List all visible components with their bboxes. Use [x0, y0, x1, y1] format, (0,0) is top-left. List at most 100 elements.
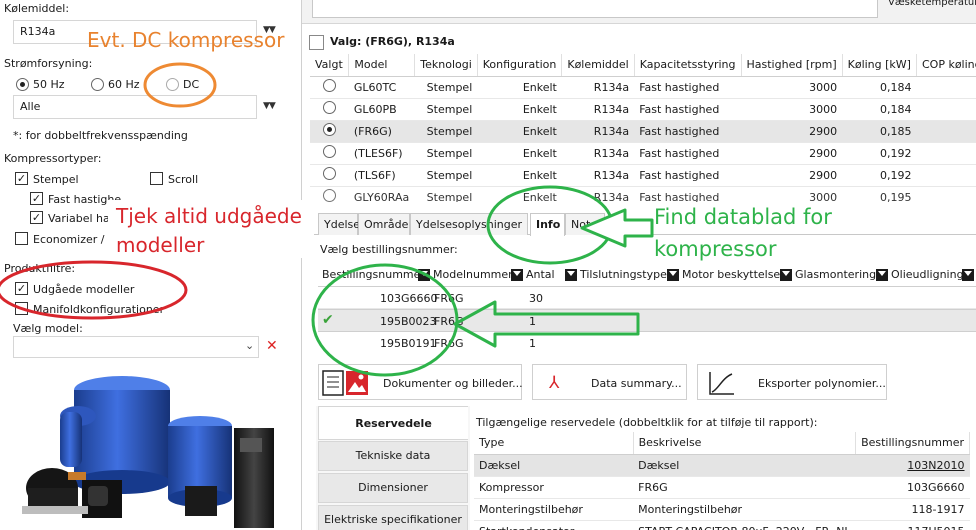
- header-oil-equalization[interactable]: Olieudligning: [876, 268, 964, 281]
- model-select-radio[interactable]: [322, 145, 336, 158]
- voltage-dropdown-icon[interactable]: ▼▼: [263, 101, 276, 111]
- checkbox-scroll[interactable]: [150, 172, 163, 185]
- model-select-radio[interactable]: [322, 123, 336, 136]
- annotation-compressor: kompressor: [654, 237, 777, 261]
- radio-60hz[interactable]: [91, 78, 104, 91]
- model-row-tech: Stempel: [414, 142, 478, 165]
- checkbox-variable-speed[interactable]: ✓: [30, 211, 43, 224]
- col-speed[interactable]: Hastighed [rpm]: [741, 54, 843, 77]
- radio-50hz[interactable]: [16, 78, 29, 91]
- model-select-radio[interactable]: [322, 101, 336, 114]
- part-row[interactable]: Dæksel Dæksel 103N2010: [474, 454, 970, 477]
- radio-50hz-label: 50 Hz: [33, 78, 65, 91]
- checkbox-economizer[interactable]: [15, 232, 28, 245]
- model-row-cap: Fast hastighed: [634, 76, 741, 99]
- col-order-number[interactable]: Bestillingsnummer: [855, 432, 970, 455]
- annotation-models: modeller: [116, 233, 205, 257]
- model-row-cap: Fast hastighed: [634, 98, 741, 121]
- model-row-cop: [916, 142, 976, 165]
- part-row[interactable]: Monteringstilbehør Monteringstilbehør 118-…: [474, 498, 970, 521]
- sidetab-technical-data[interactable]: Tekniske data: [318, 441, 468, 471]
- selection-title: Valg: (FR6G), R134a: [330, 35, 455, 48]
- annotation-check-obsolete: Tjek altid udgåede: [116, 204, 302, 228]
- model-row-cool: 0,192: [842, 164, 917, 187]
- model-row-config: Enkelt: [477, 76, 562, 99]
- part-row[interactable]: Kompressor FR6G 103G6660: [474, 476, 970, 499]
- model-select-radio[interactable]: [322, 167, 336, 180]
- annotation-orange-ellipse: [143, 62, 217, 108]
- header-motor-protection[interactable]: Motor beskyttelse: [667, 268, 780, 281]
- liquid-temperature-label: Væsketemperatur: [888, 0, 976, 8]
- model-row-speed: 2900: [741, 164, 843, 187]
- top-input-box[interactable]: [312, 0, 878, 18]
- voltage-value: Alle: [20, 100, 41, 113]
- model-row-cop: [916, 120, 976, 143]
- sidetab-spare-parts[interactable]: Reservedele: [318, 406, 468, 440]
- col-cooling[interactable]: Køling [kW]: [842, 54, 917, 77]
- model-row-cop: [916, 76, 976, 99]
- dual-frequency-note: *: for dobbeltfrekvensspænding: [13, 129, 188, 142]
- parts-table: Type Beskrivelse Bestillingsnummer Dækse…: [474, 432, 970, 530]
- part-row-number: 103N2010: [855, 454, 970, 477]
- model-row-radio-cell: [310, 76, 349, 99]
- model-select[interactable]: [13, 336, 259, 358]
- model-row-radio-cell: [310, 120, 349, 143]
- model-row-cool: 0,195: [842, 186, 917, 202]
- sidetab-dimensions[interactable]: Dimensioner: [318, 473, 468, 503]
- annotation-find-datasheet: Find datablad for: [654, 205, 832, 229]
- col-description[interactable]: Beskrivelse: [633, 432, 857, 455]
- col-model[interactable]: Model: [348, 54, 416, 77]
- model-row[interactable]: (FR6G) Stempel Enkelt R134a Fast hastighed 29…: [310, 120, 976, 143]
- col-refrigerant[interactable]: Kølemiddel: [561, 54, 635, 77]
- header-extra-filter[interactable]: [962, 268, 976, 281]
- col-type[interactable]: Type: [474, 432, 634, 455]
- model-row[interactable]: GL60PB Stempel Enkelt R134a Fast hastighed 30…: [310, 98, 976, 121]
- annotation-red-ellipse: [0, 260, 188, 320]
- voltage-select[interactable]: Alle: [13, 95, 257, 119]
- model-row-radio-cell: [310, 98, 349, 121]
- checkbox-stempel[interactable]: ✓: [15, 172, 28, 185]
- export-polynomials-button[interactable]: Eksporter polynomier...: [697, 364, 887, 400]
- checkbox-fast-speed[interactable]: ✓: [30, 192, 43, 205]
- header-glass-mounting-label: Glasmontering: [795, 268, 877, 281]
- filter-funnel-icon[interactable]: [780, 269, 792, 281]
- parts-table-container: Type Beskrivelse Bestillingsnummer Dækse…: [474, 432, 976, 530]
- col-configuration[interactable]: Konfiguration: [477, 54, 563, 77]
- model-row-cap: Fast hastighed: [634, 142, 741, 165]
- model-row[interactable]: (TLES6F) Stempel Enkelt R134a Fast hastighed…: [310, 142, 976, 165]
- compressor-types-label: Kompressortyper:: [4, 152, 102, 165]
- col-capacity-control[interactable]: Kapacitetsstyring: [634, 54, 742, 77]
- filter-funnel-icon[interactable]: [876, 269, 888, 281]
- col-technology[interactable]: Teknologi: [414, 54, 478, 77]
- col-selected[interactable]: Valgt: [310, 54, 350, 77]
- model-select-chevron-icon[interactable]: ⌄: [245, 339, 254, 352]
- clear-model-icon[interactable]: ✕: [266, 338, 278, 354]
- export-polynomials-label: Eksporter polynomier...: [758, 377, 886, 390]
- model-row-tech: Stempel: [414, 98, 478, 121]
- header-glass-mounting[interactable]: Glasmontering: [780, 268, 876, 281]
- model-row-radio-cell: [310, 142, 349, 165]
- annotation-dc-compressor: Evt. DC kompressor: [87, 28, 285, 52]
- filter-funnel-icon[interactable]: [962, 269, 974, 281]
- col-cop-cooling[interactable]: COP køling [W/: [916, 54, 976, 77]
- model-row[interactable]: GL60TC Stempel Enkelt R134a Fast hastighed 30…: [310, 76, 976, 99]
- model-row-ref: R134a: [561, 98, 635, 121]
- compressor-image: [22, 376, 274, 528]
- checkbox-stempel-label: Stempel: [33, 173, 79, 186]
- sidetab-electrical-specs[interactable]: Elektriske specifikationer: [318, 505, 468, 530]
- model-select-radio[interactable]: [322, 79, 336, 92]
- part-row-type: Monteringstilbehør: [474, 498, 634, 521]
- part-row-description: START CAPACITOR 80uF, 220V - FR, NL: [633, 520, 856, 530]
- part-row[interactable]: StartkondensatorSTART CAPACITOR 80uF, 22…: [474, 520, 970, 530]
- model-row-model: (FR6G): [348, 120, 415, 143]
- power-label: Strømforsyning:: [4, 57, 93, 70]
- part-row-number: 103G6660: [855, 476, 970, 499]
- part-row-description: Monteringstilbehør: [633, 498, 856, 521]
- part-row-number: 117U5015: [855, 520, 970, 530]
- model-row-ref: R134a: [561, 142, 635, 165]
- filter-funnel-icon[interactable]: [667, 269, 679, 281]
- part-row-description: Dæksel: [633, 454, 856, 477]
- selection-checkbox[interactable]: [309, 35, 324, 50]
- header-oil-equalization-label: Olieudligning: [891, 268, 964, 281]
- checkbox-scroll-label: Scroll: [168, 173, 199, 186]
